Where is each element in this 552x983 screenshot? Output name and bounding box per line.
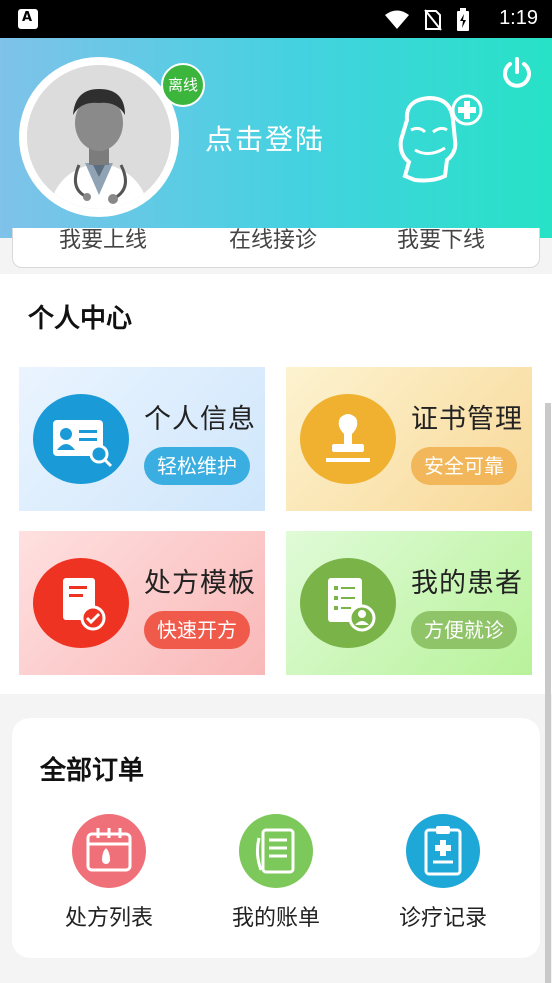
order-my-bills[interactable]: 我的账单 [211, 814, 341, 932]
avatar[interactable]: 离线 [19, 57, 205, 217]
id-card-search-icon [33, 394, 129, 484]
accessibility-icon: A [18, 9, 38, 29]
card-tag: 轻松维护 [144, 447, 250, 485]
calendar-drop-icon [72, 814, 146, 888]
wifi-icon [385, 10, 409, 29]
card-tag: 方便就诊 [411, 611, 517, 649]
tab-go-online[interactable]: 我要上线 [59, 228, 147, 254]
online-status-tabs: 我要上线 在线接诊 我要下线 [12, 228, 540, 268]
doctor-plus-logo-icon [398, 94, 483, 183]
section-title-personal-center: 个人中心 [28, 304, 133, 334]
personal-center-panel: 个人中心 个人信息 轻松维护 证书管理 安全可靠 处方模板 快速开方 我的患者 … [0, 274, 552, 694]
card-prescription-template[interactable]: 处方模板 快速开方 [19, 531, 265, 675]
status-bar: A 1:19 [0, 0, 552, 38]
no-sim-icon [424, 9, 442, 31]
all-orders-panel: 全部订单 处方列表 我的账单 诊疗记录 [12, 718, 540, 958]
card-title: 个人信息 [144, 404, 256, 435]
card-personal-info[interactable]: 个人信息 轻松维护 [19, 367, 265, 511]
order-label: 处方列表 [64, 906, 153, 931]
battery-charging-icon [457, 8, 469, 31]
scrollbar[interactable] [545, 403, 551, 983]
clock: 1:19 [499, 7, 538, 29]
order-prescription-list[interactable]: 处方列表 [44, 814, 174, 932]
tab-go-offline[interactable]: 我要下线 [397, 228, 485, 254]
card-tag: 安全可靠 [411, 447, 517, 485]
order-treatment-records[interactable]: 诊疗记录 [378, 814, 508, 932]
bill-icon [239, 814, 313, 888]
card-title: 证书管理 [411, 404, 523, 435]
patient-list-icon [300, 558, 396, 648]
stamp-icon [300, 394, 396, 484]
avatar-doctor-icon [27, 65, 171, 209]
card-title: 处方模板 [144, 568, 256, 599]
power-icon[interactable] [500, 56, 534, 90]
card-title: 我的患者 [411, 568, 523, 599]
card-certificate-management[interactable]: 证书管理 安全可靠 [286, 367, 532, 511]
order-label: 我的账单 [231, 906, 320, 931]
card-my-patients[interactable]: 我的患者 方便就诊 [286, 531, 532, 675]
status-icons [384, 8, 470, 32]
section-title-all-orders: 全部订单 [40, 756, 145, 786]
tab-online-consult[interactable]: 在线接诊 [229, 228, 317, 254]
prescription-check-icon [33, 558, 129, 648]
clipboard-medical-icon [406, 814, 480, 888]
login-prompt[interactable]: 点击登陆 [205, 118, 325, 158]
card-tag: 快速开方 [144, 611, 250, 649]
status-badge: 离线 [161, 63, 205, 107]
order-label: 诊疗记录 [398, 906, 487, 931]
profile-header: 离线 点击登陆 [0, 38, 552, 238]
